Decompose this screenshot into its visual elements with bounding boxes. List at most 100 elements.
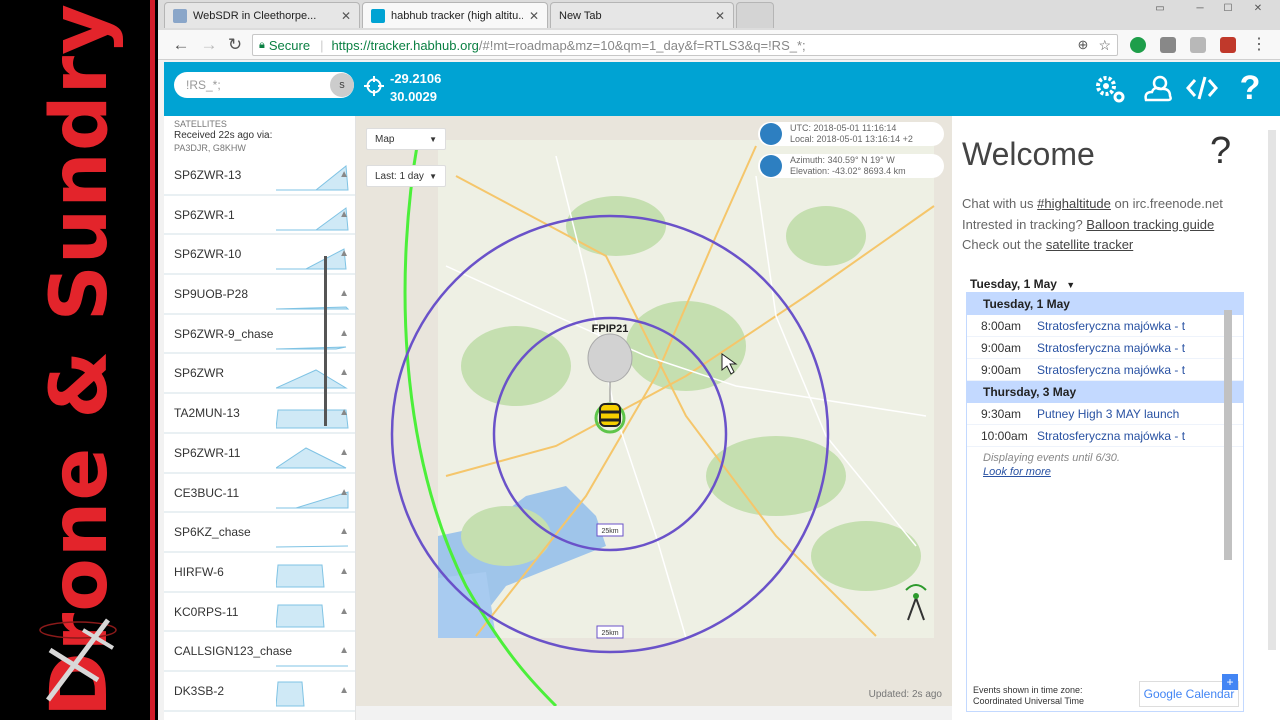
expand-triangle-icon[interactable]: ▲ bbox=[339, 645, 349, 656]
bookmark-star-icon[interactable]: ☆ bbox=[1098, 37, 1111, 54]
event-title-link[interactable]: Stratosferyczna majówka - t bbox=[1037, 429, 1243, 443]
forward-icon[interactable]: → bbox=[198, 35, 220, 55]
list-item-callsign: CE3BUC-11 bbox=[174, 485, 240, 500]
map-type-select[interactable]: Map ▼ bbox=[366, 128, 446, 150]
calendar-day-header: Thursday, 3 May bbox=[967, 381, 1243, 403]
list-item-callsign: SP6KZ_chase bbox=[174, 525, 251, 540]
profile-icon[interactable]: ▭ bbox=[1148, 2, 1172, 16]
sidebar-scrollbar[interactable] bbox=[324, 256, 327, 426]
maximize-icon[interactable]: ☐ bbox=[1216, 2, 1240, 16]
menu-dots-icon[interactable]: ⋮ bbox=[1248, 35, 1270, 55]
window-close-icon[interactable]: ✕ bbox=[1246, 2, 1270, 16]
help-icon[interactable]: ? bbox=[1232, 70, 1268, 106]
tab-habhub[interactable]: habhub tracker (high altitu... ✕ bbox=[362, 2, 548, 28]
expand-triangle-icon[interactable]: ▲ bbox=[339, 447, 349, 458]
expand-triangle-icon[interactable]: ▲ bbox=[339, 606, 349, 617]
address-bar[interactable]: 🔒︎ Secure | https://tracker.habhub.org /… bbox=[252, 34, 1118, 56]
calendar-date-dropdown[interactable]: Tuesday, 1 May ▼ bbox=[970, 277, 1075, 291]
plus-icon: + bbox=[1222, 674, 1238, 690]
time-range-select[interactable]: Last: 1 day ▼ bbox=[366, 165, 446, 187]
extension-green-icon[interactable] bbox=[1130, 37, 1146, 53]
extension-light-icon[interactable] bbox=[1190, 37, 1206, 53]
expand-triangle-icon[interactable]: ▲ bbox=[339, 209, 349, 220]
expand-triangle-icon[interactable]: ▲ bbox=[339, 685, 349, 696]
extension-grey-icon[interactable] bbox=[1160, 37, 1176, 53]
list-item[interactable]: SP6KZ_chase ▲ bbox=[164, 513, 355, 553]
list-item[interactable]: DK3SB-2 ▲ bbox=[164, 671, 355, 712]
expand-triangle-icon[interactable]: ▲ bbox=[339, 487, 349, 498]
location-target-icon[interactable]: ⊕ bbox=[1078, 37, 1089, 53]
google-calendar-button[interactable]: Google Calendar + bbox=[1139, 674, 1239, 707]
tab-new[interactable]: New Tab ✕ bbox=[550, 2, 734, 28]
crosshair-icon[interactable] bbox=[364, 76, 384, 96]
expand-triangle-icon[interactable]: ▲ bbox=[339, 288, 349, 299]
search-box[interactable]: s bbox=[174, 72, 354, 98]
calendar-scrollbar[interactable] bbox=[1224, 310, 1232, 560]
sidebar-header: SATELLITES Received 22s ago via: PA3DJR,… bbox=[174, 119, 273, 153]
expand-triangle-icon[interactable]: ▲ bbox=[339, 407, 349, 418]
weather-icon[interactable] bbox=[1140, 70, 1176, 106]
minimize-icon[interactable]: ─ bbox=[1188, 2, 1212, 16]
list-item[interactable]: SP6ZWR-11 ▲ bbox=[164, 433, 355, 474]
list-item[interactable]: CALLSIGN123_chase ▲ bbox=[164, 632, 355, 672]
expand-triangle-icon[interactable]: ▲ bbox=[339, 248, 349, 259]
habhub-header: s -29.2106 30.0029 bbox=[164, 62, 1280, 116]
calendar-event[interactable]: 9:00am Stratosferyczna majówka - t bbox=[967, 337, 1243, 359]
panel-scrollbar[interactable] bbox=[1268, 130, 1276, 650]
event-time: 9:00am bbox=[981, 340, 1022, 355]
map-canvas[interactable]: 25km 25km FPIP21 bbox=[356, 116, 952, 706]
help-icon[interactable]: ? bbox=[1210, 130, 1231, 173]
embed-code-icon[interactable] bbox=[1184, 70, 1220, 106]
calendar-event[interactable]: 9:00am Stratosferyczna majówka - t bbox=[967, 359, 1243, 381]
calendar-agenda: Tuesday, 1 May 8:00am Stratosferyczna majó… bbox=[966, 292, 1244, 712]
event-title-link[interactable]: Stratosferyczna majówka - t bbox=[1037, 363, 1243, 377]
time-readout: UTC: 2018-05-01 11:16:14 Local: 2018-05-… bbox=[758, 122, 944, 146]
expand-triangle-icon[interactable]: ▲ bbox=[339, 526, 349, 537]
list-item-callsign: SP6ZWR-11 bbox=[174, 445, 241, 460]
settings-gears-icon[interactable] bbox=[1092, 70, 1128, 106]
expand-triangle-icon[interactable]: ▲ bbox=[339, 328, 349, 339]
look-for-more-link[interactable]: Look for more bbox=[983, 465, 1243, 479]
extension-red-icon[interactable] bbox=[1220, 37, 1236, 53]
back-icon[interactable]: ← bbox=[170, 35, 192, 55]
close-tab-icon[interactable]: ✕ bbox=[529, 9, 539, 23]
list-item[interactable]: SP6ZWR-13 ▲ bbox=[164, 156, 355, 196]
calendar-event[interactable]: 10:00am Stratosferyczna majówka - t bbox=[967, 425, 1243, 447]
list-item[interactable]: SP6ZWR-1 ▲ bbox=[164, 195, 355, 236]
displaying-note: Displaying events until 6/30. bbox=[983, 452, 1120, 464]
event-title-link[interactable]: Putney High 3 MAY launch bbox=[1037, 407, 1243, 421]
coordinates-readout: -29.2106 30.0029 bbox=[390, 70, 441, 106]
list-item-callsign: HIRFW-6 bbox=[174, 564, 224, 579]
search-input[interactable] bbox=[186, 78, 326, 92]
compass-icon bbox=[760, 155, 782, 177]
local-time: Local: 2018-05-01 13:16:14 +2 bbox=[790, 134, 913, 144]
event-title-link[interactable]: Stratosferyczna majówka - t bbox=[1037, 341, 1243, 355]
expand-triangle-icon[interactable]: ▲ bbox=[339, 566, 349, 577]
tracking-guide-link[interactable]: Balloon tracking guide bbox=[1086, 217, 1214, 232]
map-area[interactable]: 25km 25km FPIP21 Map ▼ Last: 1 day ▼ UTC… bbox=[356, 116, 952, 706]
list-item-callsign: SP6ZWR bbox=[174, 366, 225, 381]
chat-channel-link[interactable]: #highaltitude bbox=[1037, 196, 1111, 211]
expand-triangle-icon[interactable]: ▲ bbox=[339, 169, 349, 180]
calendar-event[interactable]: 9:30am Putney High 3 MAY launch bbox=[967, 403, 1243, 425]
caret-down-icon: ▼ bbox=[429, 171, 437, 181]
clock-icon bbox=[760, 123, 782, 145]
list-item[interactable]: KC0RPS-11 ▲ bbox=[164, 592, 355, 633]
event-title-link[interactable]: Stratosferyczna majówka - t bbox=[1037, 319, 1243, 333]
list-item[interactable]: HIRFW-6 ▲ bbox=[164, 552, 355, 593]
search-button[interactable]: s bbox=[330, 73, 354, 97]
close-tab-icon[interactable]: ✕ bbox=[341, 9, 351, 23]
expand-triangle-icon[interactable]: ▲ bbox=[339, 367, 349, 378]
tab-websdr[interactable]: WebSDR in Cleethorpe... ✕ bbox=[164, 2, 360, 28]
satellite-tracker-link[interactable]: satellite tracker bbox=[1046, 237, 1133, 252]
reload-icon[interactable]: ↻ bbox=[224, 35, 246, 55]
azimuth-elevation-readout: Azimuth: 340.59° N 19° W Elevation: -43.… bbox=[758, 154, 944, 178]
list-item[interactable]: CE3BUC-11 ▲ bbox=[164, 473, 355, 514]
range-label-outer: 25km bbox=[601, 630, 618, 637]
utc-time: UTC: 2018-05-01 11:16:14 bbox=[790, 123, 897, 133]
latitude-value: -29.2106 bbox=[390, 71, 442, 86]
close-tab-icon[interactable]: ✕ bbox=[715, 9, 725, 23]
list-item-callsign: KC0RPS-11 bbox=[174, 604, 239, 619]
calendar-event[interactable]: 8:00am Stratosferyczna majówka - t bbox=[967, 315, 1243, 337]
new-tab-button[interactable] bbox=[736, 2, 774, 28]
